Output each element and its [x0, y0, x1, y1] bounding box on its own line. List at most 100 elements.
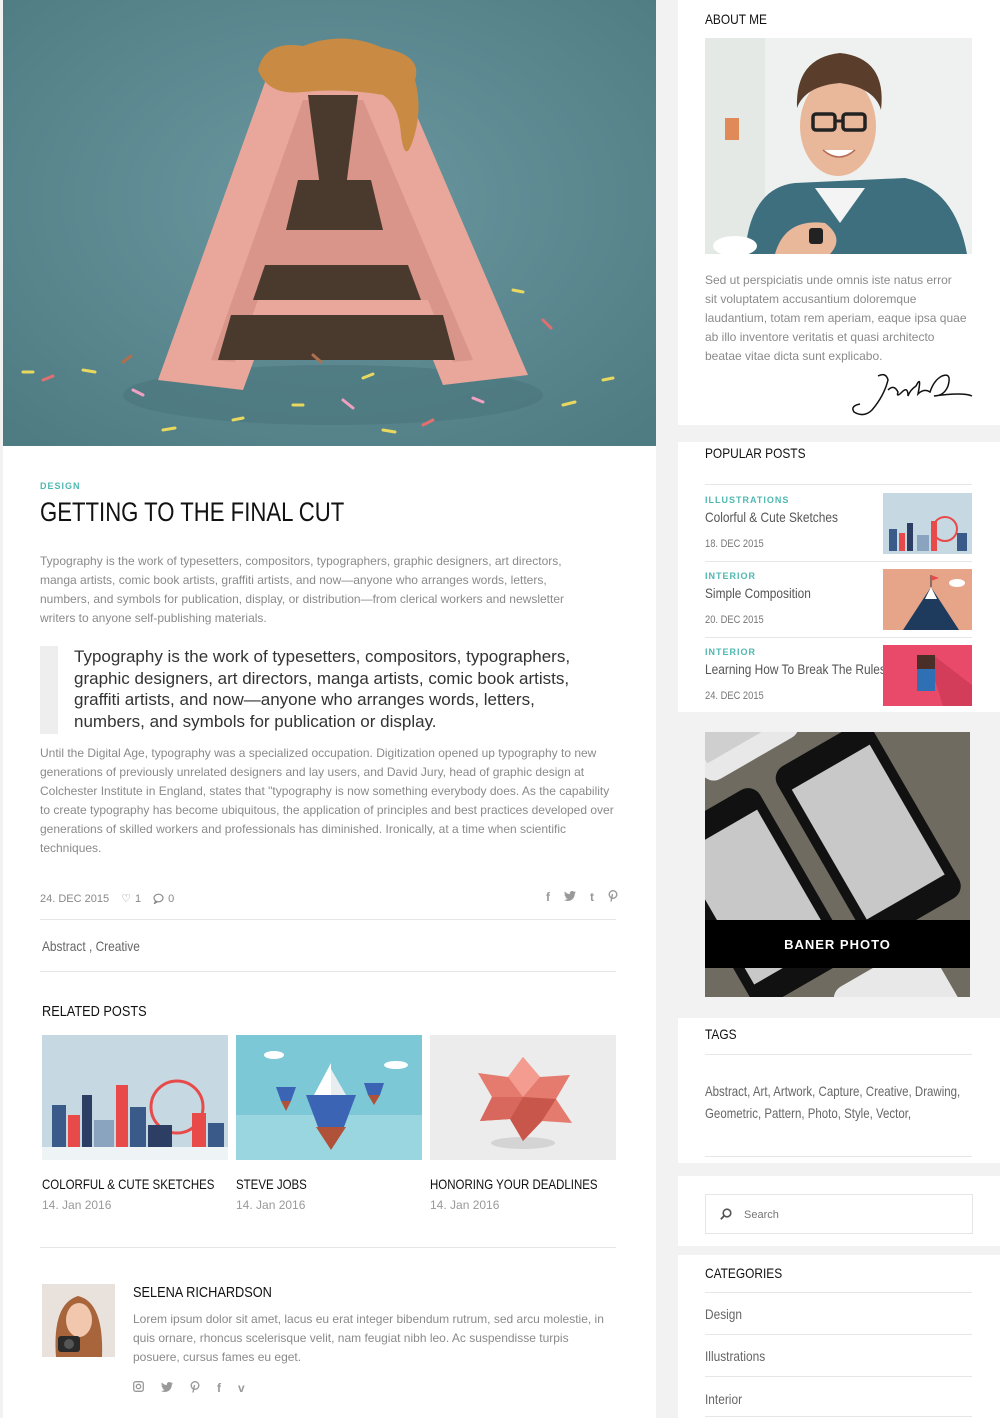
search-widget	[678, 1176, 1000, 1246]
popular-post-category[interactable]: ILLUSTRATIONS	[705, 495, 789, 505]
divider	[705, 637, 972, 638]
like-button[interactable]: ♡ 1	[121, 892, 142, 906]
search-icon[interactable]	[719, 1207, 733, 1221]
post-category[interactable]: DESIGN	[40, 481, 81, 491]
popular-post-date: 20. DEC 2015	[705, 614, 764, 626]
twitter-icon[interactable]	[161, 1381, 173, 1396]
popular-post-item[interactable]: INTERIOR Learning How To Break The Rules…	[705, 645, 972, 719]
category-item-illustrations[interactable]: Illustrations	[705, 1348, 765, 1364]
tumblr-icon[interactable]: t	[590, 890, 594, 905]
hero-illustration	[3, 0, 656, 446]
quote-text: Typography is the work of typesetters, c…	[74, 647, 571, 731]
popular-posts-title: POPULAR POSTS	[705, 445, 806, 461]
related-post-card[interactable]: STEVE JOBS 14. Jan 2016	[236, 1035, 422, 1212]
comment-icon	[153, 893, 164, 904]
post-date: 24. DEC 2015	[40, 892, 110, 905]
banner-photo[interactable]: BANER PHOTO	[705, 732, 970, 997]
author-avatar[interactable]	[42, 1284, 115, 1357]
popular-post-category[interactable]: INTERIOR	[705, 647, 756, 657]
search-box[interactable]	[705, 1194, 973, 1234]
about-photo	[705, 38, 972, 254]
author-bio: Lorem ipsum dolor sit amet, lacus eu era…	[133, 1312, 604, 1364]
divider	[705, 1292, 972, 1293]
search-input[interactable]	[744, 1205, 964, 1225]
popular-post-item[interactable]: ILLUSTRATIONS Colorful & Cute Sketches 1…	[705, 493, 972, 567]
heart-icon: ♡	[121, 893, 131, 905]
categories-widget: CATEGORIES Design Illustrations Interior	[678, 1255, 1000, 1418]
popular-post-title[interactable]: Simple Composition	[705, 585, 811, 601]
related-post-image[interactable]	[236, 1035, 422, 1160]
divider	[40, 971, 616, 972]
share-links: f t	[546, 890, 618, 905]
popular-post-thumbnail[interactable]	[883, 569, 972, 630]
post-body: Until the Digital Age, typography was a …	[40, 746, 614, 855]
related-post-title[interactable]: HONORING YOUR DEADLINES	[430, 1176, 598, 1192]
popular-post-category[interactable]: INTERIOR	[705, 571, 756, 581]
popular-post-date: 24. DEC 2015	[705, 690, 764, 702]
popular-post-date: 18. DEC 2015	[705, 538, 764, 550]
blockquote: Typography is the work of typesetters, c…	[40, 646, 600, 734]
divider	[40, 1247, 616, 1248]
divider	[705, 1376, 972, 1377]
quote-bar	[40, 646, 58, 734]
hero-image[interactable]	[3, 0, 656, 446]
related-post-date: 14. Jan 2016	[430, 1198, 500, 1212]
comment-count: 0	[168, 892, 175, 905]
popular-post-title[interactable]: Learning How To Break The Rules	[705, 661, 886, 677]
man-portrait	[705, 38, 972, 254]
about-title: ABOUT ME	[705, 11, 767, 27]
related-post-image[interactable]	[430, 1035, 616, 1160]
popular-post-thumbnail[interactable]	[883, 493, 972, 554]
tags-widget: TAGS Abstract, Art, Artwork, Capture, Cr…	[678, 1018, 1000, 1163]
city-illustration	[42, 1035, 228, 1160]
related-post-card[interactable]: COLORFUL & CUTE SKETCHES 14. Jan 2016	[42, 1035, 228, 1212]
tags-title: TAGS	[705, 1026, 737, 1042]
post-tags[interactable]: Abstract , Creative	[42, 938, 140, 954]
author-photo	[42, 1284, 115, 1357]
popular-post-item[interactable]: INTERIOR Simple Composition 20. DEC 2015	[705, 569, 972, 643]
related-post-date: 14. Jan 2016	[236, 1198, 306, 1212]
related-post-card[interactable]: HONORING YOUR DEADLINES 14. Jan 2016	[430, 1035, 616, 1212]
divider	[705, 1416, 972, 1417]
related-post-title[interactable]: STEVE JOBS	[236, 1176, 389, 1192]
popular-post-title[interactable]: Colorful & Cute Sketches	[705, 509, 838, 525]
categories-title: CATEGORIES	[705, 1265, 783, 1281]
author-name[interactable]: SELENA RICHARDSON	[133, 1284, 272, 1301]
related-post-title[interactable]: COLORFUL & CUTE SKETCHES	[42, 1176, 214, 1192]
facebook-icon[interactable]: f	[546, 890, 550, 905]
post-column: DESIGN GETTING TO THE FINAL CUT Typograp…	[3, 0, 656, 1418]
divider	[705, 561, 972, 562]
floating-islands-illustration	[236, 1035, 422, 1160]
vimeo-icon[interactable]: v	[238, 1381, 245, 1396]
pinterest-icon[interactable]	[190, 1381, 200, 1396]
facebook-icon[interactable]: f	[217, 1381, 221, 1396]
comment-button[interactable]: 0	[153, 893, 174, 905]
sidebar: ABOUT ME Sed ut perspiciatis unde omnis …	[678, 0, 1000, 1418]
related-posts: COLORFUL & CUTE SKETCHES 14. Jan 2016 ST…	[42, 1035, 618, 1212]
popular-post-thumbnail[interactable]	[883, 645, 972, 706]
popular-posts-widget: POPULAR POSTS ILLUSTRATIONS Colorful & C…	[678, 442, 1000, 712]
geometric-star-illustration	[430, 1035, 616, 1160]
divider	[705, 1334, 972, 1335]
related-post-date: 14. Jan 2016	[42, 1198, 112, 1212]
post-intro: Typography is the work of typesetters, c…	[40, 554, 564, 625]
banner-label[interactable]: BANER PHOTO	[705, 920, 970, 968]
category-item-design[interactable]: Design	[705, 1306, 742, 1322]
about-text: Sed ut perspiciatis unde omnis iste natu…	[705, 273, 967, 363]
related-post-image[interactable]	[42, 1035, 228, 1160]
divider	[40, 919, 616, 920]
divider	[705, 1156, 972, 1157]
related-posts-title: RELATED POSTS	[42, 1003, 147, 1020]
divider	[705, 484, 972, 485]
signature-image	[852, 373, 973, 416]
post-title: GETTING TO THE FINAL CUT	[40, 497, 345, 527]
category-item-interior[interactable]: Interior	[705, 1391, 742, 1407]
author-social-links: f v	[133, 1381, 245, 1396]
like-count: 1	[134, 892, 142, 905]
twitter-icon[interactable]	[564, 890, 576, 905]
post-meta: 24. DEC 2015 ♡ 1 0	[40, 892, 174, 906]
divider	[705, 1054, 972, 1055]
pinterest-icon[interactable]	[608, 890, 618, 905]
tag-cloud[interactable]: Abstract, Art, Artwork, Capture, Creativ…	[705, 1080, 976, 1124]
instagram-icon[interactable]	[133, 1381, 144, 1396]
